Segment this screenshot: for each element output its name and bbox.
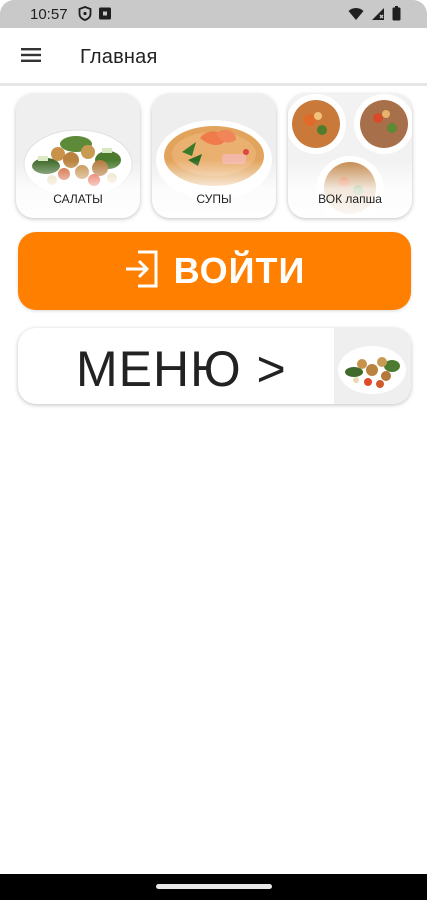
- system-navigation-bar: [0, 874, 427, 900]
- category-fade: [16, 160, 140, 218]
- app-bar: Главная: [0, 28, 427, 86]
- status-right-icons: [348, 6, 401, 21]
- status-left-icons: [78, 6, 112, 21]
- category-soups[interactable]: СУПЫ: [152, 94, 276, 218]
- page-title: Главная: [80, 46, 158, 68]
- notification-icon: [98, 6, 112, 21]
- category-salads[interactable]: САЛАТЫ: [16, 94, 140, 218]
- category-fade: [152, 160, 276, 218]
- menu-label: МЕНЮ >: [76, 341, 287, 397]
- category-wok-noodles[interactable]: ВОК лапша: [288, 94, 412, 218]
- hamburger-menu-icon: [20, 47, 42, 68]
- wifi-icon: [348, 7, 364, 21]
- category-list: САЛАТЫ СУПЫ ВОК лапша: [16, 94, 413, 218]
- salad-thumbnail-image: [334, 328, 411, 404]
- status-bar: 10:57: [0, 0, 427, 28]
- shield-icon: [78, 6, 92, 21]
- category-label: ВОК лапша: [318, 192, 382, 206]
- login-icon: [124, 249, 160, 294]
- battery-icon: [392, 6, 401, 21]
- category-label: САЛАТЫ: [53, 192, 103, 206]
- home-gesture-handle[interactable]: [156, 884, 272, 889]
- login-label: ВОЙТИ: [173, 250, 306, 291]
- hamburger-menu-button[interactable]: [12, 38, 50, 76]
- menu-card[interactable]: МЕНЮ >: [18, 328, 411, 404]
- category-fade: [288, 160, 412, 218]
- category-label: СУПЫ: [196, 192, 232, 206]
- screen: 10:57 Главная САЛАТЫ СУПЫ ВОК лапша ВОЙТ…: [0, 0, 427, 900]
- signal-icon: [371, 7, 385, 21]
- status-time: 10:57: [30, 6, 68, 23]
- login-button[interactable]: ВОЙТИ: [18, 232, 411, 310]
